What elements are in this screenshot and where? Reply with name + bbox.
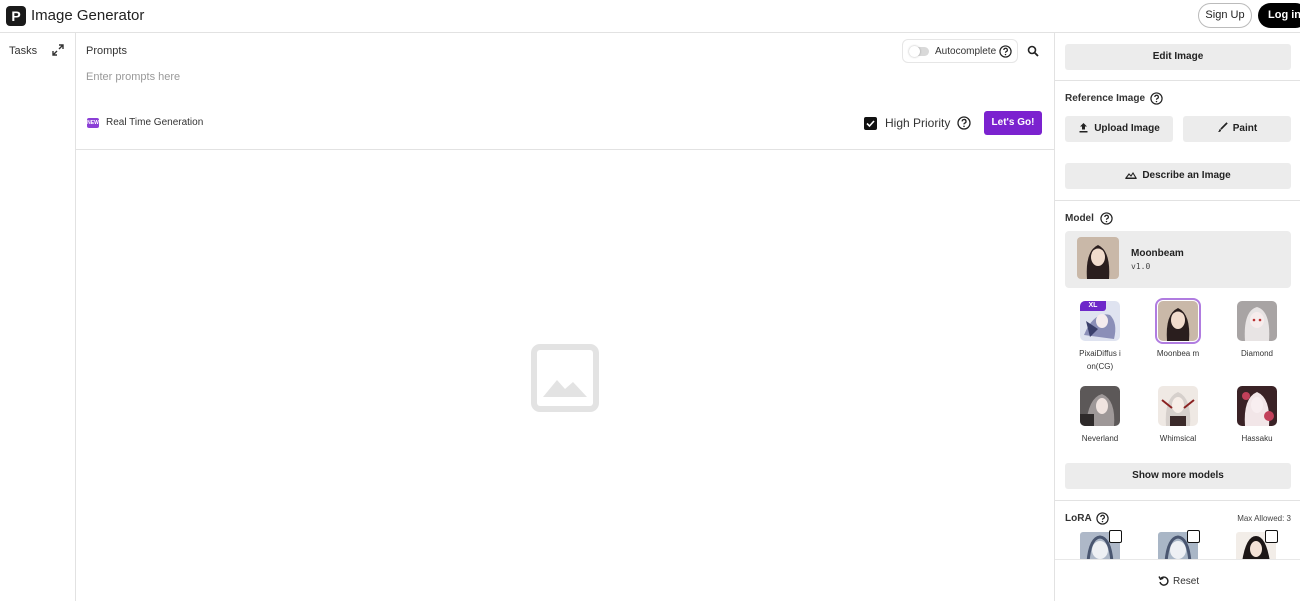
tasks-sidebar: Tasks [0,33,76,601]
expand-icon[interactable] [52,44,64,56]
realtime-generation-label[interactable]: Real Time Generation [106,117,203,128]
edit-image-label: Edit Image [1152,51,1204,62]
paint-button[interactable]: Paint [1183,116,1291,142]
autocomplete-label: Autocomplete [935,46,997,57]
top-bar: P Image Generator Sign Up Log in [0,0,1300,33]
describe-image-label: Describe an Image [1142,170,1231,181]
model-thumbnail: XL [1080,301,1120,341]
model-tile-label: Hassaku [1241,434,1273,443]
upload-icon [1079,122,1088,133]
autocomplete-toggle[interactable]: Autocomplete [902,39,1018,63]
main-area: Prompts Autocomplete NEW Real Time Gener… [76,33,1054,601]
high-priority-checkbox[interactable] [864,117,877,130]
app-title: Image Generator [31,7,145,24]
app-logo[interactable]: P [6,6,26,26]
lora-item[interactable] [1158,530,1200,562]
brush-icon [1217,122,1228,132]
model-tile-label: Moonbea m [1156,349,1200,358]
model-tile[interactable]: Neverland [1070,386,1130,445]
tasks-label: Tasks [9,45,38,57]
model-tile-label: Diamond [1240,349,1273,358]
reference-image-label: Reference Image [1065,93,1146,104]
search-icon[interactable] [1027,45,1039,57]
help-icon[interactable] [1150,92,1163,105]
model-tile[interactable]: Moonbea m [1148,298,1208,360]
describe-image-button[interactable]: Describe an Image [1065,163,1291,189]
prompts-section: Prompts Autocomplete NEW Real Time Gener… [76,33,1054,150]
prompt-input[interactable] [86,69,686,85]
settings-panel: Edit Image Reference Image Upload Image … [1054,33,1300,601]
lora-max-allowed: Max Allowed: 3 [1237,514,1291,523]
new-badge-icon: NEW [87,118,99,128]
model-thumbnail [1158,386,1198,426]
help-icon[interactable] [957,116,971,130]
model-tile-label: Whimsical [1159,434,1197,443]
model-tile-label: PixaiDiffus ion(CG) [1079,349,1121,371]
lora-item[interactable] [1236,530,1278,562]
lora-checkbox[interactable] [1187,530,1200,543]
upload-image-label: Upload Image [1094,123,1160,134]
model-thumbnail [1155,298,1201,344]
model-tile[interactable]: XL PixaiDiffus ion(CG) [1070,301,1130,373]
autocomplete-switch[interactable] [909,46,929,57]
show-more-models-button[interactable]: Show more models [1065,463,1291,489]
help-icon[interactable] [1096,512,1109,525]
log-in-button[interactable]: Log in [1258,3,1300,28]
model-version: v1.0 [1131,262,1151,271]
image-placeholder-icon [531,344,599,412]
lets-go-button[interactable]: Let's Go! [984,111,1042,135]
model-tile[interactable]: Diamond [1227,301,1287,360]
reset-button[interactable]: Reset [1173,576,1199,587]
edit-image-button[interactable]: Edit Image [1065,44,1291,70]
xl-badge: XL [1080,301,1106,311]
lora-item[interactable] [1080,530,1122,562]
high-priority-label: High Priority [885,116,951,130]
help-icon[interactable] [1100,212,1113,225]
reset-bar: Reset [1055,559,1300,601]
show-more-models-label: Show more models [1132,470,1224,481]
paint-label: Paint [1232,123,1258,134]
prompts-label: Prompts [86,45,127,57]
upload-image-button[interactable]: Upload Image [1065,116,1173,142]
model-thumbnail [1077,237,1119,279]
divider [1055,80,1300,81]
lora-checkbox[interactable] [1109,530,1122,543]
divider [1055,500,1300,501]
model-tile[interactable]: Whimsical [1148,386,1208,445]
checkmark-icon [866,120,875,128]
help-icon[interactable] [999,45,1012,58]
model-tile[interactable]: Hassaku [1227,386,1287,445]
sign-up-button[interactable]: Sign Up [1198,3,1252,28]
switch-knob [909,46,920,57]
lora-label: LoRA [1065,513,1092,524]
reset-icon[interactable] [1158,575,1170,587]
model-thumbnail [1237,386,1277,426]
selected-model-card[interactable]: Moonbeam v1.0 [1065,231,1291,288]
model-label: Model [1065,213,1094,224]
image-describe-icon [1125,172,1138,180]
model-name: Moonbeam [1131,248,1184,259]
model-tile-label: Neverland [1081,434,1119,443]
model-thumbnail [1080,386,1120,426]
lora-checkbox[interactable] [1265,530,1278,543]
divider [1055,200,1300,201]
model-thumbnail [1237,301,1277,341]
